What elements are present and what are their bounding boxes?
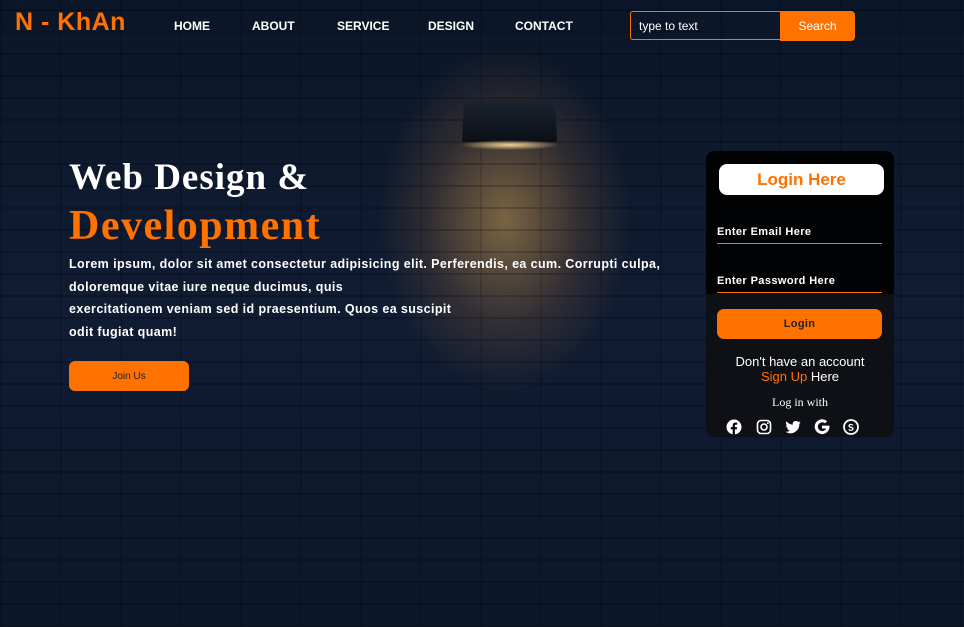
password-field[interactable] [717,270,882,293]
google-icon[interactable] [814,419,830,435]
brand-logo[interactable]: N - KhAn [15,8,126,37]
nav-item-home[interactable]: HOME [174,19,210,33]
login-title: Login Here [719,164,884,195]
join-us-button[interactable]: Join Us [69,361,189,391]
hero-paragraph-line: odit fugiat quam! [69,321,659,344]
nav-item-about[interactable]: ABOUT [252,19,295,33]
hero-paragraph-line: exercitationem veniam sed id praesentium… [69,298,659,321]
login-button[interactable]: Login [717,309,882,339]
signup-prompt: Don't have an account Sign Up Here [706,354,894,384]
search-input[interactable] [630,11,780,40]
hero-title-line1: Web Design & [69,156,309,199]
facebook-icon[interactable] [726,419,742,435]
login-with-text: Log in with [706,395,894,410]
twitter-icon[interactable] [785,419,801,435]
hero-paragraph-line: doloremque vitae iure neque ducimus, qui… [69,276,659,299]
search-button[interactable]: Search [780,11,855,41]
lamp-light [460,140,560,150]
hero-paragraph-line: Lorem ipsum, dolor sit amet consectetur … [69,253,659,276]
wall-lamp [462,100,557,142]
social-icons [726,419,876,437]
nav-item-contact[interactable]: CONTACT [515,19,573,33]
login-card: Login Here Login Don't have an account S… [706,151,894,437]
hero-title-line2: Development [69,202,321,250]
nav-item-service[interactable]: SERVICE [337,19,389,33]
skype-icon[interactable] [843,419,859,435]
email-field[interactable] [717,221,882,244]
nav-item-design[interactable]: DESIGN [428,19,474,33]
signup-suffix: Here [807,369,839,384]
no-account-text: Don't have an account [706,354,894,369]
hero-paragraph: Lorem ipsum, dolor sit amet consectetur … [69,253,659,343]
instagram-icon[interactable] [756,419,772,435]
signup-link[interactable]: Sign Up [761,369,807,384]
